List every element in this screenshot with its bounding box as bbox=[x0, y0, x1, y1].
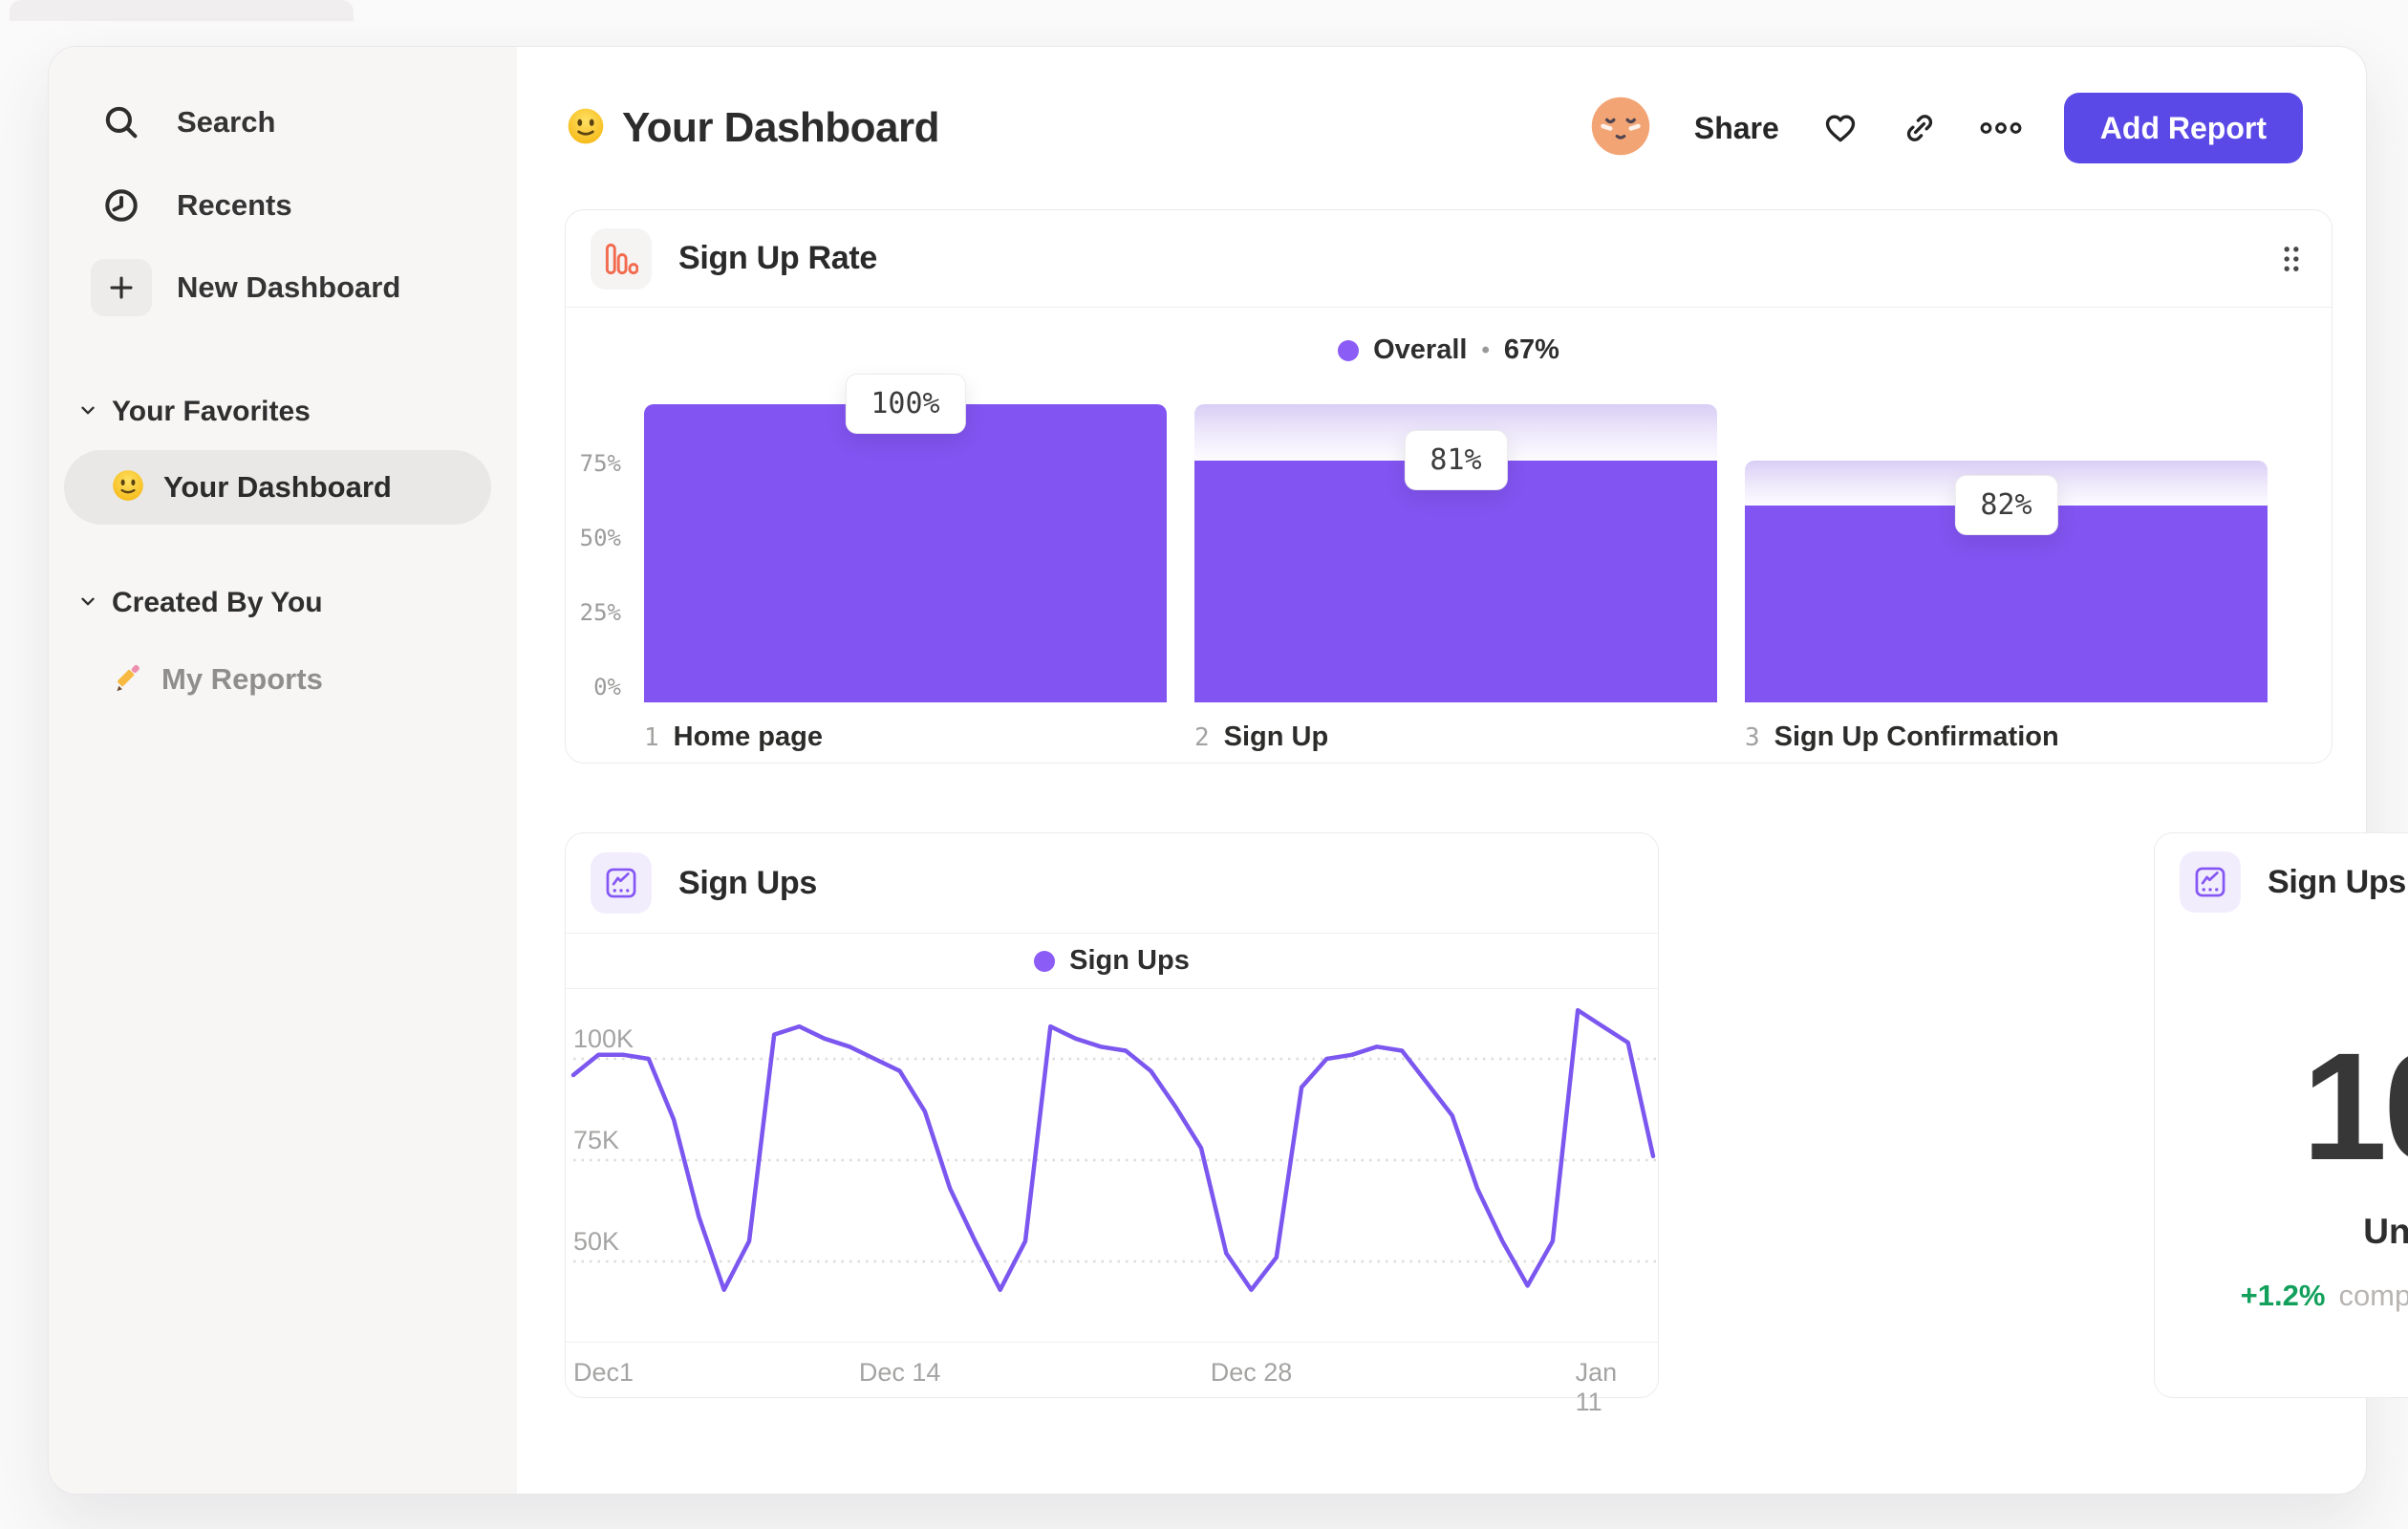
plus-icon bbox=[91, 259, 152, 316]
funnel-step-label: 3 Sign Up Confirmation bbox=[1745, 721, 2059, 753]
chevron-down-icon bbox=[77, 591, 98, 616]
legend-dot bbox=[1338, 339, 1360, 361]
screen: Search Recents New Dashboard Your Favori… bbox=[0, 0, 2408, 1529]
add-report-button[interactable]: Add Report bbox=[2063, 93, 2303, 163]
card-sign-ups: Sign Ups Sign Ups 100K 75K 50K Dec1 Dec 14 D… bbox=[565, 832, 1660, 1416]
sidebar-item-recents[interactable]: Recents bbox=[91, 174, 292, 237]
step-index: 1 bbox=[644, 723, 659, 752]
main-content: Your Dashboard Share Add Report Sign Up … bbox=[517, 47, 2408, 1494]
section-title: Your Favorites bbox=[112, 396, 311, 427]
clock-icon bbox=[91, 185, 152, 226]
y-axis-tick: 25% bbox=[579, 599, 621, 626]
x-axis-tick: Dec1 bbox=[573, 1358, 634, 1387]
kpi-delta-row: +1.2% compared to previous period bbox=[2155, 1279, 2408, 1313]
share-button[interactable]: Share bbox=[1694, 111, 1779, 146]
heart-icon[interactable] bbox=[1821, 109, 1860, 147]
step-name: Home page bbox=[673, 721, 823, 752]
x-axis-tick: Dec 14 bbox=[858, 1358, 941, 1387]
card-title: Sign Up Rate bbox=[678, 240, 877, 276]
sidebar-item-new-dashboard[interactable]: New Dashboard bbox=[91, 256, 400, 319]
page-title-group: Your Dashboard bbox=[565, 104, 940, 152]
kpi-delta: +1.2% bbox=[2240, 1279, 2326, 1312]
sidebar-section-your-favorites[interactable]: Your Favorites bbox=[77, 383, 311, 441]
section-title: Created By You bbox=[112, 587, 323, 618]
legend-value: 67% bbox=[1503, 334, 1559, 365]
card-title: Sign Ups bbox=[678, 864, 817, 901]
step-name: Sign Up Confirmation bbox=[1774, 721, 2059, 752]
sidebar-item-label: New Dashboard bbox=[177, 270, 401, 304]
y-axis-tick: 50K bbox=[573, 1227, 619, 1256]
kpi-delta-note: compared to previous period bbox=[2338, 1279, 2408, 1312]
x-axis-tick: Dec 28 bbox=[1210, 1358, 1293, 1387]
funnel-step-label: 2 Sign Up bbox=[1194, 721, 1328, 753]
x-axis-tick: Jan 11 bbox=[1575, 1358, 1618, 1416]
funnel-bar[interactable] bbox=[1194, 461, 1717, 702]
sidebar-item-your-dashboard-selected[interactable]: Your Dashboard bbox=[64, 450, 491, 525]
card-title: Sign Ups Today bbox=[2268, 863, 2408, 900]
line-legend: Sign Ups bbox=[566, 934, 1658, 989]
card-header: Sign Up Rate bbox=[566, 210, 2332, 308]
card-header: Sign Ups bbox=[566, 833, 1658, 934]
background-window-edge bbox=[10, 0, 354, 21]
y-axis-tick: 75% bbox=[579, 450, 621, 477]
sidebar-item-label: Your Dashboard bbox=[163, 470, 392, 504]
bar-value-tooltip: 100% bbox=[845, 374, 966, 434]
legend-dot bbox=[1034, 950, 1056, 972]
smiley-emoji-icon bbox=[565, 105, 607, 152]
legend-series-name: Overall bbox=[1373, 334, 1468, 365]
funnel-column: 82% bbox=[1745, 404, 2268, 702]
step-index: 2 bbox=[1194, 723, 1210, 752]
funnel-step-label: 1 Home page bbox=[644, 721, 823, 753]
funnel-chart-icon bbox=[591, 227, 652, 290]
funnel-column: 81% bbox=[1194, 404, 1717, 702]
card-header: Sign Ups Today bbox=[2155, 833, 2408, 931]
y-axis-tick: 0% bbox=[593, 674, 621, 700]
line-plot: 100K 75K 50K bbox=[566, 989, 1660, 1342]
funnel-step-labels: 1 Home page 2 Sign Up 3 Sign Up Confirmation bbox=[566, 721, 2332, 764]
line-series bbox=[570, 1007, 1656, 1292]
more-options-icon[interactable] bbox=[1980, 120, 2022, 136]
line-chart-icon bbox=[591, 852, 652, 914]
legend-series-name: Sign Ups bbox=[1069, 945, 1190, 976]
kpi-value: 100K bbox=[2302, 1021, 2408, 1192]
app-window: Search Recents New Dashboard Your Favori… bbox=[48, 46, 2408, 1495]
step-index: 3 bbox=[1745, 723, 1760, 752]
funnel-legend: Overall • 67% bbox=[566, 334, 2332, 366]
funnel-plot: 75% 50% 25% 0% 100% 81% 82% bbox=[566, 374, 2332, 702]
drag-handle-icon[interactable] bbox=[2282, 245, 2301, 273]
avatar[interactable] bbox=[1589, 95, 1652, 162]
kpi-label: Unique Users bbox=[2363, 1212, 2408, 1251]
card-sign-up-rate: Sign Up Rate Overall • 67% 75% 50% 25% 0… bbox=[565, 209, 2333, 764]
sidebar-item-label: Search bbox=[177, 105, 276, 139]
funnel-column: 100% bbox=[644, 374, 1167, 702]
y-axis-tick: 75K bbox=[573, 1126, 619, 1154]
card-sign-ups-today: Sign Ups Today 100K Unique Users bbox=[2154, 832, 2408, 1398]
sidebar-item-label: My Reports bbox=[161, 662, 323, 696]
page-title: Your Dashboard bbox=[622, 104, 940, 151]
chevron-down-icon bbox=[77, 399, 98, 425]
bar-value-tooltip: 81% bbox=[1404, 430, 1508, 491]
sidebar-item-label: Recents bbox=[177, 188, 292, 222]
y-axis-tick: 50% bbox=[579, 525, 621, 551]
sidebar: Search Recents New Dashboard Your Favori… bbox=[49, 47, 517, 1494]
line-x-axis: Dec1 Dec 14 Dec 28 Jan 11 bbox=[566, 1342, 1658, 1416]
pencil-emoji-icon bbox=[110, 660, 144, 700]
step-name: Sign Up bbox=[1223, 721, 1329, 752]
line-chart-icon bbox=[2180, 851, 2241, 913]
y-axis-tick: 100K bbox=[573, 1024, 634, 1053]
sidebar-item-my-reports[interactable]: My Reports bbox=[110, 649, 323, 710]
sidebar-section-created-by-you[interactable]: Created By You bbox=[77, 574, 323, 632]
smiley-emoji-icon bbox=[110, 467, 146, 508]
search-icon bbox=[91, 102, 152, 142]
header-actions: Share Add Report bbox=[1589, 93, 2303, 163]
sidebar-item-search[interactable]: Search bbox=[91, 91, 275, 154]
legend-separator: • bbox=[1481, 336, 1490, 363]
funnel-bar[interactable] bbox=[644, 404, 1167, 702]
link-icon[interactable] bbox=[1902, 110, 1938, 146]
bar-value-tooltip: 82% bbox=[1954, 475, 2058, 536]
page-header: Your Dashboard Share Add Report bbox=[565, 85, 2303, 171]
